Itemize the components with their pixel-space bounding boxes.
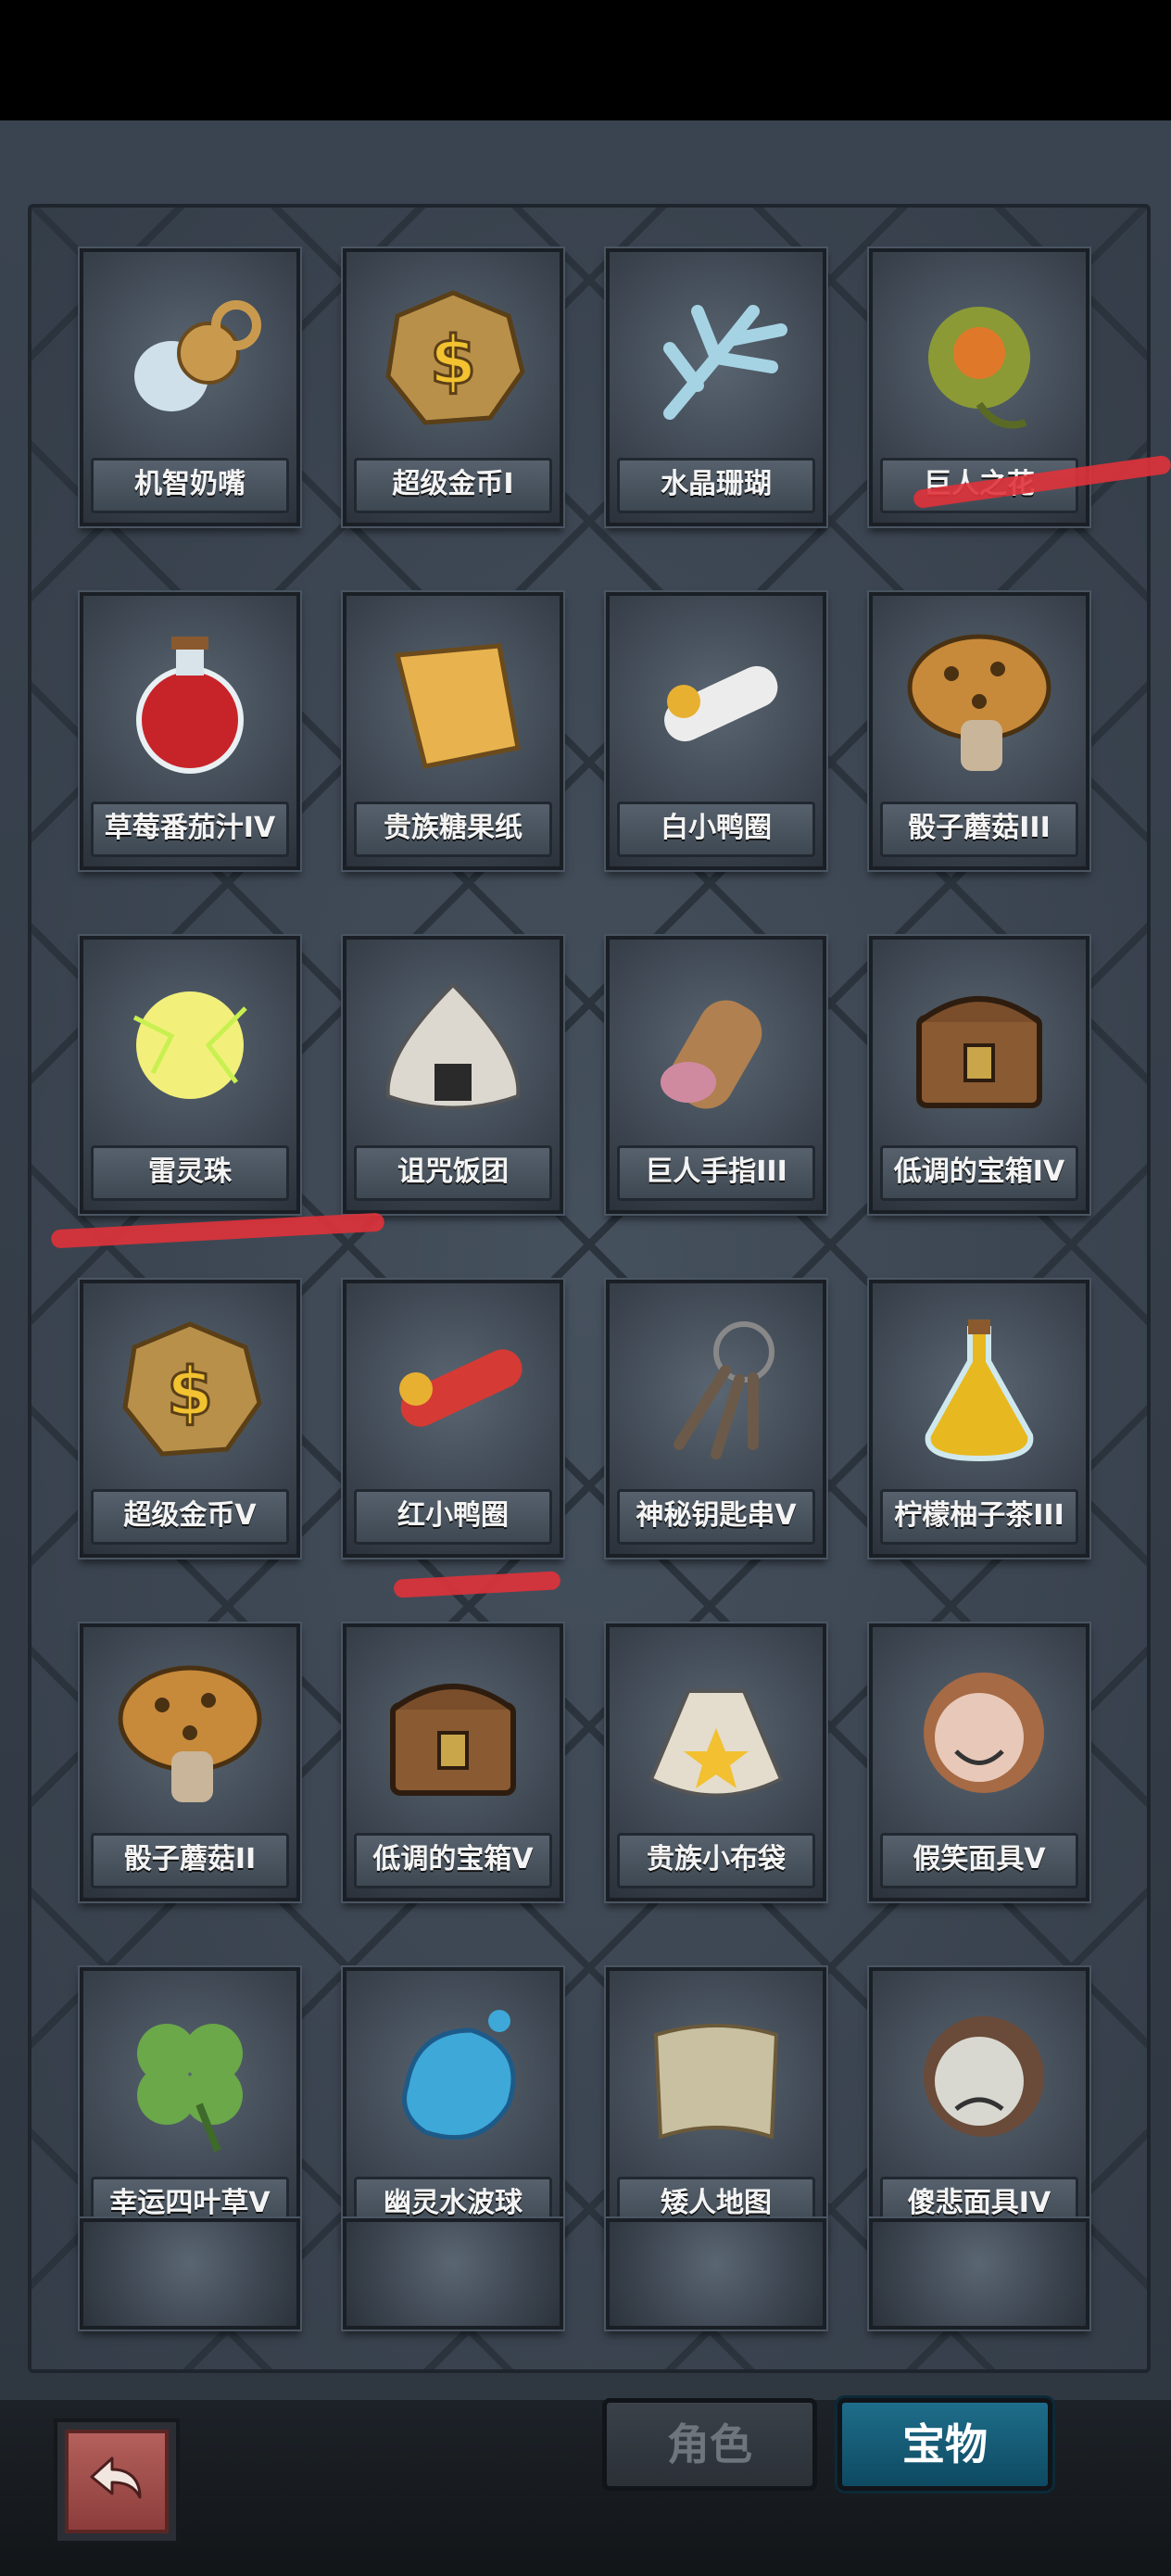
treasure-card-label: 机智奶嘴 [91,458,289,513]
cloth-bag-icon [610,1627,823,1838]
candy-wrapper-icon [346,596,560,807]
app-root: 机智奶嘴$超级金币I水晶珊瑚巨人之花草莓番茄汁IV贵族糖果纸白小鸭圈骰子蘑菇II… [0,0,1171,2576]
giant-flower-icon [873,252,1086,463]
treasure-chest-icon [346,1627,560,1838]
treasure-card[interactable]: 假笑面具V [869,1623,1089,1901]
treasure-card[interactable]: 贵族小布袋 [606,1623,826,1901]
treasure-card-label: 骰子蘑菇III [880,802,1078,857]
tea-bottle-icon [873,1283,1086,1495]
dice-mushroom-icon [83,1627,296,1838]
tab-role[interactable]: 角色 [602,2398,817,2491]
potion-flask-icon [83,596,296,807]
svg-text:$: $ [430,322,476,399]
treasure-card-label: 低调的宝箱V [354,1833,552,1888]
treasure-card[interactable]: 傻悲面具IV [869,1967,1089,2245]
treasure-card[interactable]: 红小鸭圈 [343,1280,563,1558]
four-leaf-clover-icon [83,1971,296,2182]
treasure-card-label: 超级金币V [91,1489,289,1545]
treasure-card[interactable]: 矮人地图 [606,1967,826,2245]
back-button[interactable] [54,2418,180,2544]
treasure-card[interactable]: 低调的宝箱IV [869,936,1089,1214]
treasure-card-label: 骰子蘑菇II [91,1833,289,1888]
partial-next-row [80,2218,1089,2330]
treasure-card-label: 贵族糖果纸 [354,802,552,857]
rice-ball-icon [346,940,560,1151]
treasure-card[interactable]: 巨人手指III [606,936,826,1214]
treasure-card-partial[interactable] [343,2218,563,2330]
treasure-panel[interactable]: 机智奶嘴$超级金币I水晶珊瑚巨人之花草莓番茄汁IV贵族糖果纸白小鸭圈骰子蘑菇II… [28,204,1151,2373]
white-duck-ring-icon [610,596,823,807]
treasure-card-label: 白小鸭圈 [617,802,815,857]
treasure-card[interactable]: 水晶珊瑚 [606,248,826,526]
gold-coin-icon: $ [83,1283,296,1495]
treasure-card[interactable]: 贵族糖果纸 [343,592,563,870]
treasure-card[interactable]: 幽灵水波球 [343,1967,563,2245]
treasure-card-label: 超级金币I [354,458,552,513]
treasure-card[interactable]: 诅咒饭团 [343,936,563,1214]
crystal-coral-icon [610,252,823,463]
back-arrow-icon [65,2430,169,2533]
thunder-orb-icon [83,940,296,1151]
treasure-card[interactable]: $ 超级金币V [80,1280,300,1558]
treasure-card-label: 雷灵珠 [91,1145,289,1201]
treasure-card[interactable]: 雷灵珠 [80,936,300,1214]
key-ring-icon [610,1283,823,1495]
treasure-card[interactable]: 草莓番茄汁IV [80,592,300,870]
tab-treasure[interactable]: 宝物 [837,2398,1052,2491]
treasure-card-label: 诅咒饭团 [354,1145,552,1201]
collection-frame: 机智奶嘴$超级金币I水晶珊瑚巨人之花草莓番茄汁IV贵族糖果纸白小鸭圈骰子蘑菇II… [0,120,1171,2400]
treasure-card-label: 草莓番茄汁IV [91,802,289,857]
treasure-card[interactable]: 低调的宝箱V [343,1623,563,1901]
smile-mask-icon [873,1627,1086,1838]
sad-mask-icon [873,1971,1086,2182]
treasure-card[interactable]: 骰子蘑菇II [80,1623,300,1901]
treasure-card-label: 神秘钥匙串V [617,1489,815,1545]
treasure-card-partial[interactable] [869,2218,1089,2330]
treasure-card-label: 红小鸭圈 [354,1489,552,1545]
top-status-area [0,0,1171,120]
red-duck-ring-icon [346,1283,560,1495]
gold-coin-icon: $ [346,252,560,463]
svg-text:$: $ [167,1353,213,1431]
treasure-card[interactable]: 白小鸭圈 [606,592,826,870]
treasure-card-label: 假笑面具V [880,1833,1078,1888]
water-orb-icon [346,1971,560,2182]
treasure-card[interactable]: $ 超级金币I [343,248,563,526]
treasure-card[interactable]: 幸运四叶草V [80,1967,300,2245]
treasure-card-label: 水晶珊瑚 [617,458,815,513]
treasure-card-label: 低调的宝箱IV [880,1145,1078,1201]
treasure-card-label: 柠檬柚子茶III [880,1489,1078,1545]
treasure-card[interactable]: 柠檬柚子茶III [869,1280,1089,1558]
treasure-card-label: 贵族小布袋 [617,1833,815,1888]
treasure-card[interactable]: 神秘钥匙串V [606,1280,826,1558]
treasure-grid: 机智奶嘴$超级金币I水晶珊瑚巨人之花草莓番茄汁IV贵族糖果纸白小鸭圈骰子蘑菇II… [80,248,1089,2245]
treasure-chest-icon [873,940,1086,1151]
dice-mushroom-icon [873,596,1086,807]
treasure-card-partial[interactable] [80,2218,300,2330]
treasure-card-partial[interactable] [606,2218,826,2330]
giant-finger-icon [610,940,823,1151]
pacifier-icon [83,252,296,463]
treasure-card[interactable]: 骰子蘑菇III [869,592,1089,870]
treasure-card[interactable]: 机智奶嘴 [80,248,300,526]
treasure-card-label: 巨人手指III [617,1145,815,1201]
map-scroll-icon [610,1971,823,2182]
